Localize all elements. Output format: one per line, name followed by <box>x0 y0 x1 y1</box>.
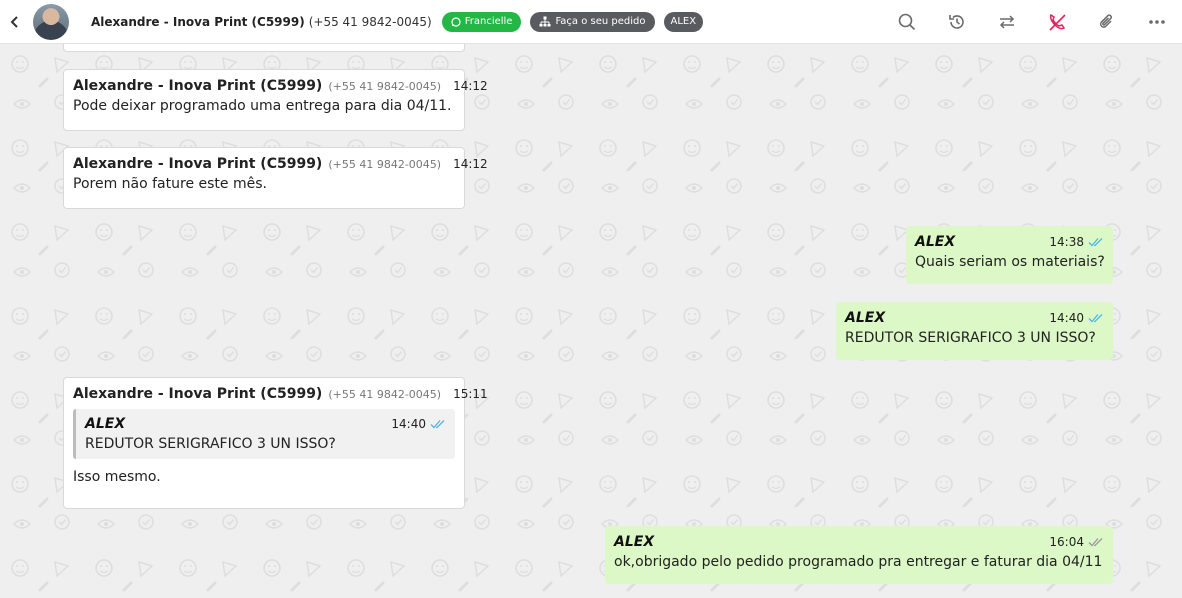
read-ticks-icon <box>1088 238 1103 247</box>
message-text: ok,obrigado pelo pedido programado pra e… <box>614 554 1103 570</box>
message-time: 16:04 <box>1049 535 1084 549</box>
message-time: 14:12 <box>453 79 488 93</box>
end-call-icon[interactable] <box>1032 0 1082 44</box>
transfer-icon[interactable] <box>982 0 1032 44</box>
message-time: 15:11 <box>453 387 488 401</box>
quoted-time: 14:40 <box>391 417 426 431</box>
message-bubble-incoming[interactable]: Alexandre - Inova Print (C5999) (+55 41 … <box>63 377 488 509</box>
tag-label: Faça o seu pedido <box>555 16 646 27</box>
message-time: 14:12 <box>453 157 488 171</box>
message-sender: ALEX <box>845 310 886 326</box>
message-bubble-incoming[interactable]: Alexandre - Inova Print (C5999) (+55 41 … <box>63 147 488 209</box>
message-bubble-incoming[interactable]: Alexandre - Inova Print (C5999) (+55 41 … <box>63 69 488 131</box>
quoted-sender: ALEX <box>85 416 126 432</box>
read-ticks-icon <box>1088 314 1103 323</box>
tag-faca-o-seu-pedido[interactable]: Faça o seu pedido <box>530 11 655 32</box>
message-text: Quais seriam os materiais? <box>915 254 1105 270</box>
message-sender-phone: (+55 41 9842-0045) <box>328 158 442 171</box>
message-bubble-outgoing[interactable]: ALEX 14:38 Quais seriam os materiais? <box>906 226 1113 284</box>
message-sender-phone: (+55 41 9842-0045) <box>328 388 442 401</box>
sitemap-icon <box>539 16 551 27</box>
message-sender: ALEX <box>915 234 956 250</box>
attach-icon[interactable] <box>1082 0 1132 44</box>
tag-francielle[interactable]: Francielle <box>441 11 522 32</box>
contact-phone: (+55 41 9842-0045) <box>308 14 432 29</box>
quoted-text: REDUTOR SERIGRAFICO 3 UN ISSO? <box>85 436 336 452</box>
message-sender: ALEX <box>614 534 655 550</box>
chat-header: Alexandre - Inova Print (C5999) (+55 41 … <box>0 0 1182 44</box>
message-sender: Alexandre - Inova Print (C5999) <box>73 156 323 172</box>
message-bubble-outgoing[interactable]: ALEX 14:40 REDUTOR SERIGRAFICO 3 UN ISSO… <box>836 302 1113 360</box>
back-icon[interactable] <box>0 0 30 44</box>
tag-label: Francielle <box>464 16 513 27</box>
quoted-message[interactable]: ALEX 14:40 REDUTOR SERIGRAFICO 3 UN ISSO… <box>73 409 455 459</box>
read-ticks-icon <box>430 420 445 429</box>
message-text: Porem não fature este mês. <box>73 176 267 192</box>
message-text: Isso mesmo. <box>73 469 161 485</box>
message-sender: Alexandre - Inova Print (C5999) <box>73 386 323 402</box>
tag-alex[interactable]: ALEX <box>663 11 704 32</box>
delivered-ticks-icon <box>1088 538 1103 547</box>
history-icon[interactable] <box>932 0 982 44</box>
message-sender: Alexandre - Inova Print (C5999) <box>73 78 323 94</box>
message-bubble-partial <box>63 44 465 52</box>
message-bubble-outgoing[interactable]: ALEX 16:04 ok,obrigado pelo pedido progr… <box>605 526 1113 584</box>
avatar[interactable] <box>33 3 69 40</box>
message-time: 14:38 <box>1049 235 1084 249</box>
contact-name[interactable]: Alexandre - Inova Print (C5999) <box>91 15 305 29</box>
chat-area[interactable]: Alexandre - Inova Print (C5999) (+55 41 … <box>0 44 1182 598</box>
search-icon[interactable] <box>882 0 932 44</box>
tag-label: ALEX <box>670 16 697 27</box>
message-text: REDUTOR SERIGRAFICO 3 UN ISSO? <box>845 330 1096 346</box>
message-time: 14:40 <box>1049 311 1084 325</box>
message-sender-phone: (+55 41 9842-0045) <box>328 80 442 93</box>
message-text: Pode deixar programado uma entrega para … <box>73 98 452 114</box>
whatsapp-icon <box>451 16 461 27</box>
more-icon[interactable] <box>1132 0 1182 44</box>
